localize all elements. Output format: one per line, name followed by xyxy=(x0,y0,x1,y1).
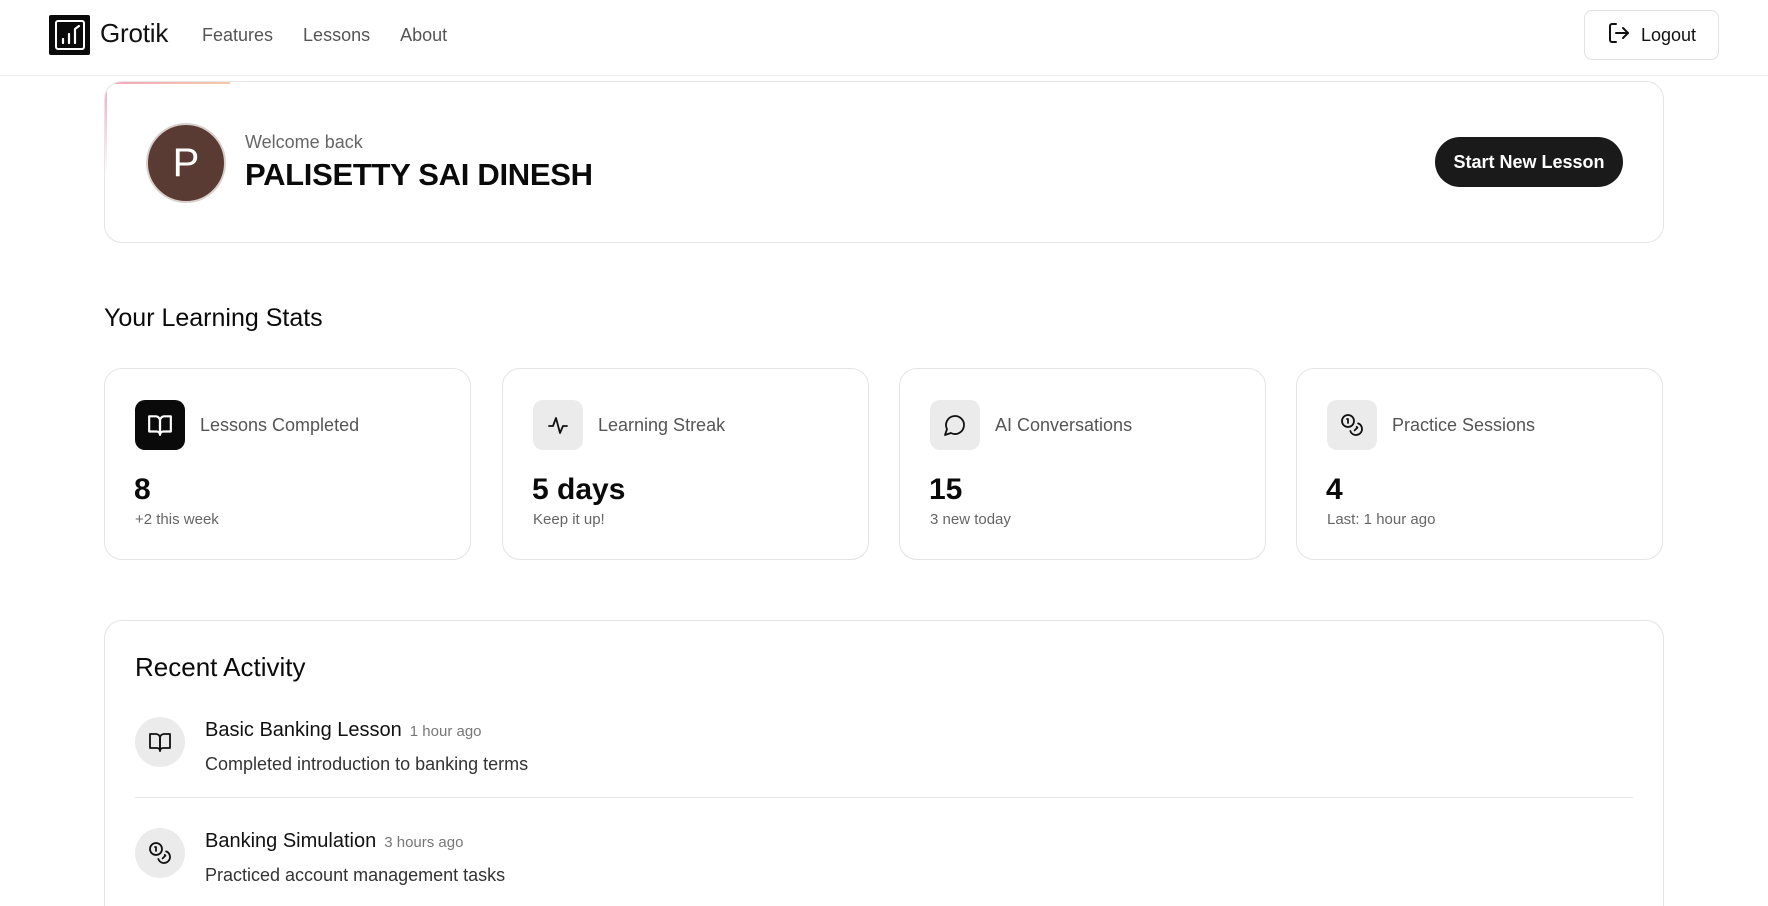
activity-name: Banking Simulation 3 hours ago xyxy=(205,830,463,853)
stat-value: 4 xyxy=(1326,473,1343,506)
activity-section-title: Recent Activity xyxy=(135,652,306,682)
activity-name: Basic Banking Lesson 1 hour ago xyxy=(205,719,482,742)
stats-section-title: Your Learning Stats xyxy=(104,304,323,332)
stat-label: Lessons Completed xyxy=(200,415,360,435)
avatar[interactable]: P xyxy=(146,123,226,203)
activity-icon xyxy=(533,400,583,450)
stat-label: Practice Sessions xyxy=(1392,415,1536,435)
recent-activity-card: Recent Activity Basic Banking Lesson 1 ho… xyxy=(104,620,1664,906)
activity-title: Banking Simulation xyxy=(205,830,377,852)
card-accent-line xyxy=(105,82,230,84)
stat-note: 3 new today xyxy=(930,511,1011,528)
card-accent-line xyxy=(105,82,107,177)
stat-value: 5 days xyxy=(532,473,626,506)
divider xyxy=(135,797,1633,798)
start-new-lesson-button[interactable]: Start New Lesson xyxy=(1435,137,1623,187)
welcome-card: P Welcome back PALISETTY SAI DINESH Star… xyxy=(104,81,1664,243)
stat-card-ai-conversations: AI Conversations 15 3 new today xyxy=(899,368,1266,560)
activity-description: Practiced account management tasks xyxy=(205,865,506,885)
stat-value: 8 xyxy=(134,473,151,506)
stat-note: Last: 1 hour ago xyxy=(1327,511,1436,528)
stat-label: Learning Streak xyxy=(598,415,726,435)
activity-time: 1 hour ago xyxy=(409,723,482,740)
stat-label: AI Conversations xyxy=(995,415,1133,435)
activity-description: Completed introduction to banking terms xyxy=(205,754,529,774)
book-open-icon xyxy=(135,717,185,767)
message-circle-icon xyxy=(930,400,980,450)
stat-value: 15 xyxy=(929,473,963,506)
main-nav: Features Lessons About xyxy=(202,25,447,46)
nav-link-features[interactable]: Features xyxy=(202,25,273,46)
user-name: PALISETTY SAI DINESH xyxy=(245,157,593,192)
stat-card-lessons-completed: Lessons Completed 8 +2 this week xyxy=(104,368,471,560)
logo-icon[interactable] xyxy=(49,15,90,55)
list-item[interactable]: Banking Simulation 3 hours ago Practiced … xyxy=(135,828,1633,906)
stat-note: Keep it up! xyxy=(533,511,605,528)
brand-name[interactable]: Grotik xyxy=(100,18,168,49)
stat-card-learning-streak: Learning Streak 5 days Keep it up! xyxy=(502,368,869,560)
activity-title: Basic Banking Lesson xyxy=(205,719,402,741)
coins-icon xyxy=(1327,400,1377,450)
nav-link-lessons[interactable]: Lessons xyxy=(303,25,370,46)
coins-icon xyxy=(135,828,185,878)
top-navbar: Grotik Features Lessons About Logout xyxy=(0,0,1768,76)
stat-card-practice-sessions: Practice Sessions 4 Last: 1 hour ago xyxy=(1296,368,1663,560)
welcome-subtitle: Welcome back xyxy=(245,132,363,152)
list-item[interactable]: Basic Banking Lesson 1 hour ago Completed… xyxy=(135,717,1633,817)
stat-note: +2 this week xyxy=(135,511,219,528)
activity-time: 3 hours ago xyxy=(384,834,464,851)
nav-link-about[interactable]: About xyxy=(400,25,447,46)
book-open-icon xyxy=(135,400,185,450)
logout-icon xyxy=(1607,21,1631,50)
logout-label: Logout xyxy=(1640,24,1697,45)
logout-button[interactable]: Logout xyxy=(1584,10,1719,60)
